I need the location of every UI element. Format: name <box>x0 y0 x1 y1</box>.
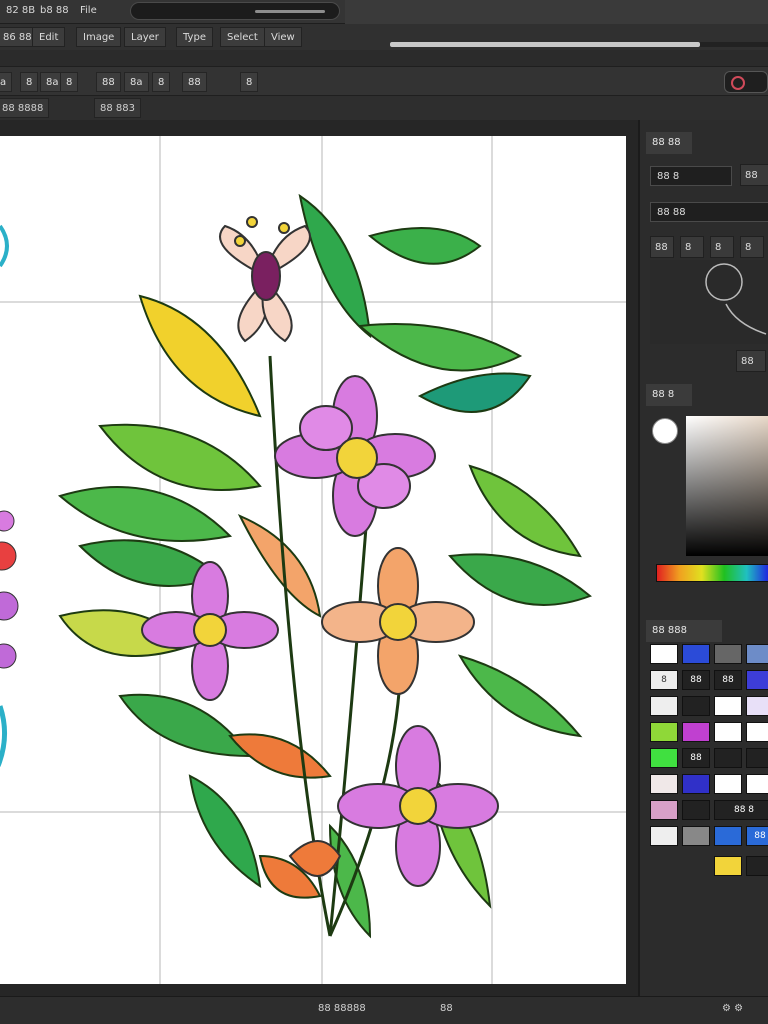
progress-bar <box>390 42 768 47</box>
brush-stroke-icon <box>705 263 767 335</box>
swatch[interactable]: 88 <box>746 826 768 846</box>
record-button[interactable] <box>724 71 768 93</box>
swatch[interactable] <box>682 774 710 794</box>
swatch[interactable] <box>650 826 678 846</box>
floral-artwork <box>0 136 626 984</box>
document-canvas[interactable] <box>0 136 626 984</box>
tool-button[interactable]: 8 <box>710 236 734 258</box>
option-button[interactable]: 8 <box>60 72 79 92</box>
swatch[interactable]: 88 <box>682 748 710 768</box>
options-bar: a 8 8a 8 88 8a 8 88 8 <box>0 66 768 96</box>
option-button[interactable]: a <box>0 72 13 92</box>
tab-layers[interactable]: 88 88 <box>646 132 692 154</box>
option-button[interactable]: 8 <box>240 72 259 92</box>
color-gradient-picker[interactable] <box>686 416 768 556</box>
swatch[interactable] <box>746 696 768 716</box>
tab-5[interactable]: Select <box>220 27 265 47</box>
swatch[interactable] <box>714 826 742 846</box>
option-button[interactable]: 8 <box>152 72 171 92</box>
swatch[interactable] <box>714 644 742 664</box>
tab-3[interactable]: Layer <box>124 27 166 47</box>
tab-swatches[interactable]: 88 888 <box>646 620 722 642</box>
swatch[interactable] <box>682 800 710 820</box>
tool-button[interactable]: 8 <box>680 236 704 258</box>
sub-button[interactable]: 88 8888 <box>0 98 50 118</box>
tab-2[interactable]: Image <box>76 27 122 47</box>
status-info: 88 <box>440 1003 453 1014</box>
tab-color[interactable]: 88 8 <box>646 384 692 406</box>
canvas-area <box>0 120 638 996</box>
tool-button[interactable]: 8 <box>740 236 764 258</box>
swatch[interactable] <box>650 722 678 742</box>
sub-button[interactable]: 88 883 <box>94 98 141 118</box>
sub-bar: 88 8888 88 883 <box>0 96 768 120</box>
swatch[interactable] <box>714 696 742 716</box>
record-icon <box>731 76 745 90</box>
layer-button[interactable]: 88 <box>740 164 768 186</box>
swatch[interactable] <box>682 696 710 716</box>
partial-flowers-left <box>0 224 19 767</box>
leaves <box>57 193 592 939</box>
pink-flower-top <box>274 375 436 537</box>
option-button[interactable]: 88 <box>96 72 121 92</box>
swatch[interactable] <box>682 722 710 742</box>
peach-flower <box>321 547 475 695</box>
small-button[interactable]: 88 <box>736 350 766 372</box>
swatch[interactable] <box>746 644 768 664</box>
swatch[interactable] <box>746 748 768 768</box>
color-preview-swatch[interactable] <box>652 418 678 444</box>
blend-mode-field[interactable]: 88 88 <box>650 202 768 222</box>
lily-flower <box>219 216 311 343</box>
menu-item[interactable]: 82 8B <box>6 5 35 16</box>
swatch[interactable]: 88 <box>714 670 742 690</box>
progress-fill <box>390 42 700 47</box>
option-button[interactable]: 8 <box>20 72 39 92</box>
swatch[interactable] <box>650 774 678 794</box>
swatch[interactable] <box>714 748 742 768</box>
swatch[interactable] <box>746 774 768 794</box>
option-button[interactable]: 8a <box>124 72 149 92</box>
swatch[interactable] <box>650 696 678 716</box>
option-button[interactable]: 88 <box>182 72 207 92</box>
tab-1[interactable]: Edit <box>32 27 66 47</box>
status-icons: ⚙ ⚙ <box>722 1003 744 1014</box>
hue-slider[interactable] <box>656 564 768 582</box>
tab-4[interactable]: Type <box>176 27 213 47</box>
swatch[interactable] <box>682 826 710 846</box>
swatch[interactable] <box>650 644 678 664</box>
swatch[interactable] <box>650 800 678 820</box>
menu-item[interactable]: File <box>80 5 97 16</box>
right-panel: 88 88 88 8 88 88 88 88 8 8 8 88 88 8 88 … <box>638 120 768 996</box>
swatch[interactable]: 88 8 <box>714 800 768 820</box>
swatch[interactable] <box>714 722 742 742</box>
swatch[interactable] <box>682 644 710 664</box>
document-title-field[interactable] <box>130 2 340 20</box>
brush-preview <box>650 260 768 344</box>
swatch[interactable] <box>650 748 678 768</box>
swatch[interactable]: 88 <box>682 670 710 690</box>
menu-item[interactable]: b8 88 <box>40 5 69 16</box>
swatch[interactable]: 8 <box>650 670 678 690</box>
swatch[interactable] <box>714 774 742 794</box>
status-bar: 88 88888 88 ⚙ ⚙ <box>0 996 768 1024</box>
swatch[interactable] <box>746 722 768 742</box>
layer-name-field[interactable]: 88 8 <box>650 166 732 186</box>
swatch[interactable] <box>714 856 742 876</box>
tab-6[interactable]: View <box>264 27 302 47</box>
zoom-readout: 88 88888 <box>318 1003 366 1014</box>
swatch[interactable] <box>746 856 768 876</box>
tool-button[interactable]: 88 <box>650 236 674 258</box>
swatch[interactable] <box>746 670 768 690</box>
